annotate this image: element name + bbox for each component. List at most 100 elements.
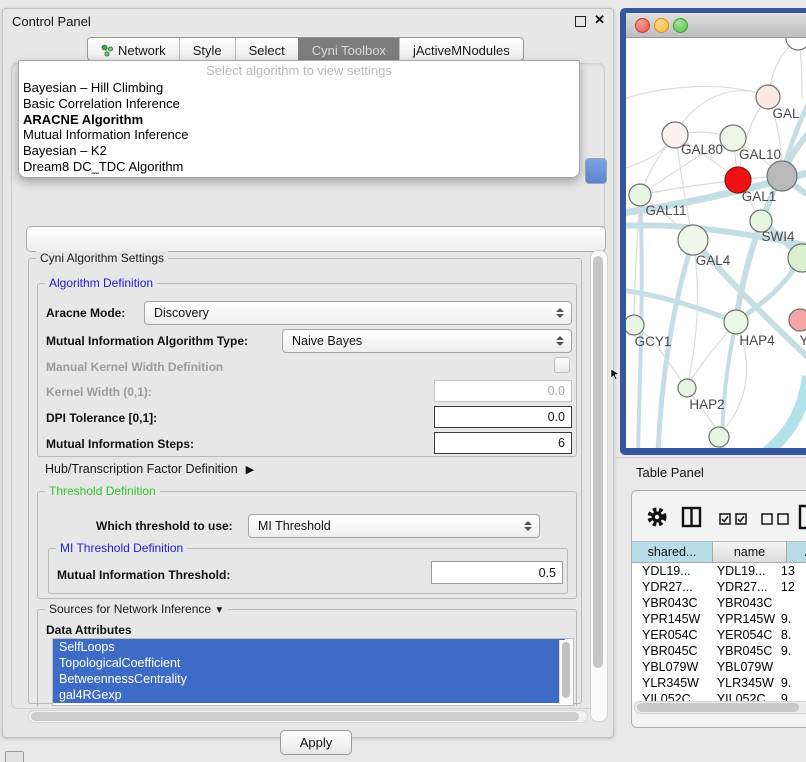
- checkbox-unchecked-pair-icon[interactable]: [761, 513, 793, 526]
- network-node-hap2[interactable]: [678, 379, 696, 397]
- combo-spinner-icon: [524, 521, 532, 531]
- dropdown-item-basic-correlation-inference[interactable]: Basic Correlation Inference: [23, 96, 575, 112]
- dropdown-item-aracne-algorithm[interactable]: ARACNE Algorithm: [23, 112, 575, 128]
- close-icon[interactable]: ✕: [594, 12, 605, 28]
- tab-network[interactable]: Network: [88, 38, 179, 60]
- dropdown-item-dream8-dc-tdc-algorithm[interactable]: Dream8 DC_TDC Algorithm: [23, 159, 575, 175]
- traffic-light-zoom[interactable]: [673, 18, 688, 33]
- settings-horizontal-scrollbar[interactable]: [28, 710, 588, 723]
- table-horizontal-scrollbar[interactable]: [634, 701, 806, 714]
- node-label-y: Y: [799, 333, 806, 348]
- gear-icon[interactable]: [644, 504, 670, 530]
- mi-type-label: Mutual Information Algorithm Type:: [46, 334, 248, 348]
- table-cell: YLR345W: [709, 675, 778, 691]
- table-row[interactable]: YIL052CYIL052C9: [632, 691, 806, 701]
- tab-label: Cyni Toolbox: [312, 43, 386, 58]
- column-header-shared[interactable]: shared...: [632, 541, 713, 563]
- float-window-icon[interactable]: [575, 16, 586, 27]
- network-node-gal4[interactable]: [678, 225, 708, 255]
- table-cell: [778, 659, 806, 675]
- kernel-width-field[interactable]: 0.0: [434, 380, 572, 402]
- tab-label: Style: [193, 43, 222, 58]
- aracne-mode-combobox[interactable]: Discovery: [144, 301, 572, 325]
- tab-select[interactable]: Select: [235, 38, 298, 60]
- settings-vertical-scrollbar[interactable]: [590, 250, 608, 722]
- table-row[interactable]: YBR045CYBR045C9.: [632, 643, 806, 659]
- dropdown-items: Bayesian – Hill ClimbingBasic Correlatio…: [23, 80, 575, 175]
- dropdown-prompt: Select algorithm to view settings: [19, 63, 579, 78]
- column-header-name[interactable]: name: [713, 541, 787, 563]
- traffic-light-close[interactable]: [635, 18, 650, 33]
- traffic-light-minimize[interactable]: [654, 18, 669, 33]
- which-threshold-combobox[interactable]: MI Threshold: [248, 514, 540, 538]
- table-cell: YBR045C: [632, 643, 709, 659]
- network-node[interactable]: [709, 427, 729, 447]
- table-cell: YDR27...: [709, 579, 778, 595]
- network-window-titlebar[interactable]: [626, 13, 806, 38]
- collapse-arrow-icon[interactable]: ▼: [214, 605, 224, 616]
- node-label-swi4: SWI4: [761, 229, 794, 244]
- hub-definition-label: Hub/Transcription Factor Definition: [45, 462, 238, 476]
- attribute-item-topologicalcoefficient[interactable]: TopologicalCoefficient: [53, 655, 565, 671]
- network-node[interactable]: [767, 161, 797, 191]
- tab-cyni-toolbox[interactable]: Cyni Toolbox: [298, 38, 399, 60]
- table-cell: YLR345W: [632, 675, 709, 691]
- node-label-gal10: GAL10: [739, 147, 781, 162]
- dropdown-item-bayesian-hill-climbing[interactable]: Bayesian – Hill Climbing: [23, 80, 575, 96]
- network-node[interactable]: [786, 38, 806, 50]
- table-row[interactable]: YBL079WYBL079W: [632, 659, 806, 675]
- threshold-definition-group: Threshold Definition Which threshold to …: [37, 491, 577, 599]
- tab-style[interactable]: Style: [179, 38, 235, 60]
- table-row[interactable]: YDR27...YDR27...12: [632, 579, 806, 595]
- table-row[interactable]: YDL19...YDL19...13: [632, 563, 806, 579]
- desktop: Control Panel ✕ Network Style Select Cyni T…: [0, 0, 806, 762]
- mi-type-combobox[interactable]: Naive Bayes: [282, 329, 572, 353]
- table-cell: YDL19...: [709, 563, 778, 579]
- network-canvas[interactable]: GALGAL80GAL10GAL1GAL11SWI4GAL4GCY1HAP4YH…: [626, 38, 806, 448]
- dropdown-item-mutual-information-inference[interactable]: Mutual Information Inference: [23, 127, 575, 143]
- panel-divider: [614, 457, 806, 458]
- table-cell: 9.: [778, 643, 806, 659]
- dropdown-item-bayesian-k2[interactable]: Bayesian – K2: [23, 143, 575, 159]
- data-attributes-list: SelfLoopsTopologicalCoefficientBetweenne…: [52, 638, 574, 706]
- table-row[interactable]: YLR345WYLR345W9.: [632, 675, 806, 691]
- combo-spinner-icon: [556, 336, 564, 346]
- column-header-a[interactable]: A: [787, 541, 806, 563]
- attribute-item-gal4rgexp[interactable]: gal4RGexp: [53, 687, 565, 703]
- checkbox-checked-pair-icon[interactable]: [719, 513, 751, 526]
- table-row[interactable]: YER054CYER054C8.: [632, 627, 806, 643]
- attribute-item-betweennesscentrality[interactable]: BetweennessCentrality: [53, 671, 565, 687]
- control-panel-title: Control Panel: [12, 14, 91, 29]
- table-cell: 9.: [778, 611, 806, 627]
- mi-steps-field[interactable]: 6: [434, 432, 572, 454]
- mi-threshold-field[interactable]: 0.5: [431, 561, 563, 584]
- table-cell: YBR045C: [709, 643, 778, 659]
- node-label-gal4: GAL4: [696, 253, 731, 268]
- attributes-scrollbar[interactable]: [559, 640, 572, 704]
- columns-icon[interactable]: [681, 506, 703, 528]
- mi-threshold-group: MI Threshold Definition Mutual Informati…: [48, 548, 568, 594]
- table-row[interactable]: YPR145WYPR145W9.: [632, 611, 806, 627]
- table-cell: 9.: [778, 675, 806, 691]
- hub-definition-section[interactable]: Hub/Transcription Factor Definition ▶: [45, 462, 254, 476]
- network-node-hap4[interactable]: [724, 310, 748, 334]
- table-cell: YDL19...: [632, 563, 709, 579]
- table-row[interactable]: YBR043CYBR043C: [632, 595, 806, 611]
- file-icon[interactable]: [798, 504, 806, 530]
- expand-arrow-icon[interactable]: ▶: [246, 463, 254, 476]
- aracne-mode-label: Aracne Mode:: [46, 306, 125, 320]
- hidden-combobox-edge: [585, 158, 607, 184]
- dpi-tolerance-field[interactable]: 0.0: [434, 406, 572, 428]
- table-header-row: shared...nameA: [632, 541, 806, 563]
- table-panel-title: Table Panel: [636, 465, 704, 480]
- network-node-y[interactable]: [789, 309, 806, 331]
- tab-jactivemnodules[interactable]: jActiveMNodules: [399, 38, 523, 60]
- table-cell: 12: [778, 579, 806, 595]
- mouse-cursor: [610, 368, 620, 380]
- minimized-panel-icon[interactable]: [5, 751, 24, 762]
- table-panel-window: shared...nameA YDL19...YDL19...13YDR27..…: [631, 490, 806, 728]
- manual-kernel-checkbox[interactable]: [554, 357, 570, 373]
- network-node-gcy1[interactable]: [626, 315, 644, 335]
- apply-button[interactable]: Apply: [280, 730, 352, 755]
- attribute-item-selfloops[interactable]: SelfLoops: [53, 639, 565, 655]
